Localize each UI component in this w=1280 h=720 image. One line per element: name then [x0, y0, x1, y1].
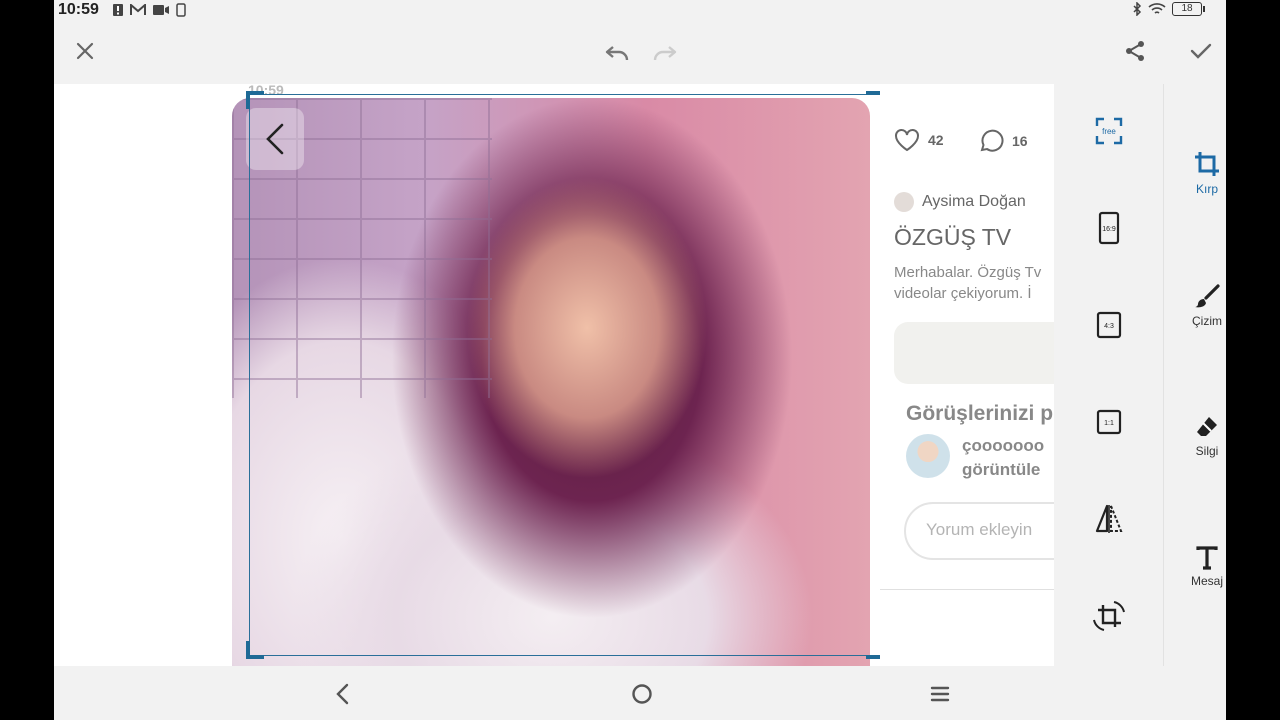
rail-item-eraser-label: Silgi	[1195, 444, 1219, 458]
post-description-line-2: videolar çekiyorum. İ	[894, 285, 1032, 302]
comment-item: çooooooo görüntüle	[906, 434, 1044, 482]
ratio-16-9-label: 16:9	[1102, 226, 1116, 233]
share-icon	[1126, 41, 1144, 61]
rail-item-draw-label: Çizim	[1192, 314, 1222, 328]
crop-4-3-button[interactable]: 4:3	[1084, 300, 1134, 350]
placeholder-card	[894, 322, 1054, 384]
comment-bubble-icon	[980, 129, 1004, 152]
eraser-icon	[1197, 417, 1217, 436]
crop-1-1-button[interactable]: 1:1	[1084, 397, 1134, 447]
share-button[interactable]	[1118, 34, 1152, 68]
crop-frame[interactable]	[246, 91, 884, 659]
opinions-heading: Görüşlerinizi p	[906, 402, 1054, 425]
post-author: Aysima Doğan	[894, 192, 1026, 212]
rotate-icon	[1093, 601, 1125, 631]
commenter-avatar	[906, 434, 950, 478]
comments-count: 16	[978, 128, 1028, 154]
post-title: ÖZGÜŞ TV	[894, 224, 1012, 250]
nav-menu-button[interactable]	[922, 678, 958, 710]
rail-item-eraser[interactable]: Silgi	[1164, 414, 1226, 458]
nav-home-button[interactable]	[624, 678, 660, 710]
nav-back-icon	[336, 683, 349, 705]
nav-menu-icon	[930, 686, 950, 702]
crop-free-label: free	[1102, 127, 1116, 136]
undo-icon	[605, 46, 629, 61]
author-name: Aysima Doğan	[922, 193, 1026, 210]
brush-icon	[1195, 284, 1220, 308]
ratio-1-1-label: 1:1	[1104, 420, 1114, 427]
edit-canvas: 10:59 42 16 Aysima Doğan ÖZGÜŞ TV Merhab…	[54, 82, 1054, 666]
rail-item-crop[interactable]: Kırp	[1164, 150, 1226, 196]
ratio-4-3-label: 4:3	[1104, 323, 1114, 330]
close-icon	[76, 42, 94, 60]
screenshot-side-panel: 42 16 Aysima Doğan ÖZGÜŞ TV Merhabalar. …	[880, 84, 1054, 666]
crop-free-button[interactable]: free	[1084, 106, 1134, 156]
sim-alert-icon	[113, 4, 123, 16]
confirm-button[interactable]	[1184, 34, 1218, 68]
rail-item-text-label: Mesaj	[1190, 574, 1223, 588]
ratio-16-9-icon: 16:9	[1098, 211, 1120, 245]
likes-value: 42	[928, 132, 944, 148]
crop-free-icon: free	[1095, 117, 1123, 145]
post-description-line-1: Merhabalar. Özgüş Tv	[894, 264, 1042, 281]
phone-icon	[176, 3, 186, 17]
screen: 10:59 18 10:59 42 16 Aysima Doğan ÖZGÜŞ …	[54, 0, 1226, 720]
rotate-button[interactable]	[1084, 591, 1134, 641]
battery-indicator: 18	[1172, 2, 1205, 16]
text-icon	[1196, 546, 1218, 570]
undo-button[interactable]	[600, 36, 634, 70]
divider	[880, 589, 1054, 590]
bluetooth-icon	[1133, 2, 1142, 16]
redo-button[interactable]	[648, 36, 682, 70]
comment-text: çooooooo görüntüle	[962, 434, 1044, 482]
heart-icon	[895, 129, 919, 152]
crop-handle-top-left[interactable]	[246, 91, 264, 109]
crop-icon	[1195, 152, 1219, 176]
likes-count: 42	[894, 128, 944, 152]
nav-back-button[interactable]	[324, 678, 360, 710]
crop-handle-bottom-left[interactable]	[246, 641, 264, 659]
editor-topbar	[54, 24, 1226, 82]
comment-line-1: çooooooo	[962, 436, 1045, 455]
rail-item-crop-label: Kırp	[1195, 182, 1218, 196]
ratio-4-3-icon: 4:3	[1096, 311, 1122, 339]
nav-home-icon	[632, 684, 652, 704]
flip-button[interactable]	[1084, 494, 1134, 544]
crop-tool-strip: free 16:9 4:3 1:1	[1054, 84, 1164, 666]
author-avatar	[894, 192, 914, 212]
comment-line-2: görüntüle	[962, 460, 1041, 479]
status-time: 10:59	[58, 1, 99, 18]
status-bar: 10:59 18	[54, 0, 1226, 22]
rail-item-draw[interactable]: Çizim	[1164, 284, 1226, 328]
comment-input-placeholder: Yorum ekleyin	[904, 502, 1054, 560]
system-nav-bar	[54, 666, 1226, 720]
redo-icon	[653, 46, 677, 61]
post-description: Merhabalar. Özgüş Tv videolar çekiyorum.…	[894, 262, 1041, 304]
status-right: 18	[1132, 2, 1205, 16]
gmail-icon	[130, 4, 146, 15]
tool-rail: Kırp Çizim Silgi Mesaj	[1164, 84, 1226, 666]
flip-icon	[1095, 504, 1123, 533]
wifi-icon	[1148, 3, 1166, 14]
ratio-1-1-icon: 1:1	[1096, 409, 1122, 435]
rail-item-text[interactable]: Mesaj	[1164, 546, 1226, 588]
crop-16-9-button[interactable]: 16:9	[1084, 203, 1134, 253]
check-icon	[1190, 43, 1212, 59]
video-icon	[153, 5, 169, 15]
close-button[interactable]	[68, 34, 102, 68]
comments-value: 16	[1012, 133, 1028, 149]
notification-icons	[112, 3, 186, 17]
